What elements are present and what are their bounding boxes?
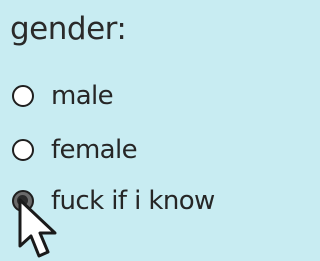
radio-label-unsure: fuck if i know bbox=[51, 186, 215, 216]
gender-label: gender: bbox=[10, 11, 127, 47]
radio-option-female[interactable]: female bbox=[12, 133, 138, 167]
gender-form: gender: male female fuck if i know bbox=[0, 0, 272, 261]
radio-label-female: female bbox=[51, 135, 138, 165]
radio-button-male[interactable] bbox=[12, 85, 34, 107]
radio-option-male[interactable]: male bbox=[12, 79, 114, 113]
arrow-pointer-icon bbox=[18, 198, 57, 258]
radio-label-male: male bbox=[51, 81, 114, 111]
radio-button-female[interactable] bbox=[12, 139, 34, 161]
